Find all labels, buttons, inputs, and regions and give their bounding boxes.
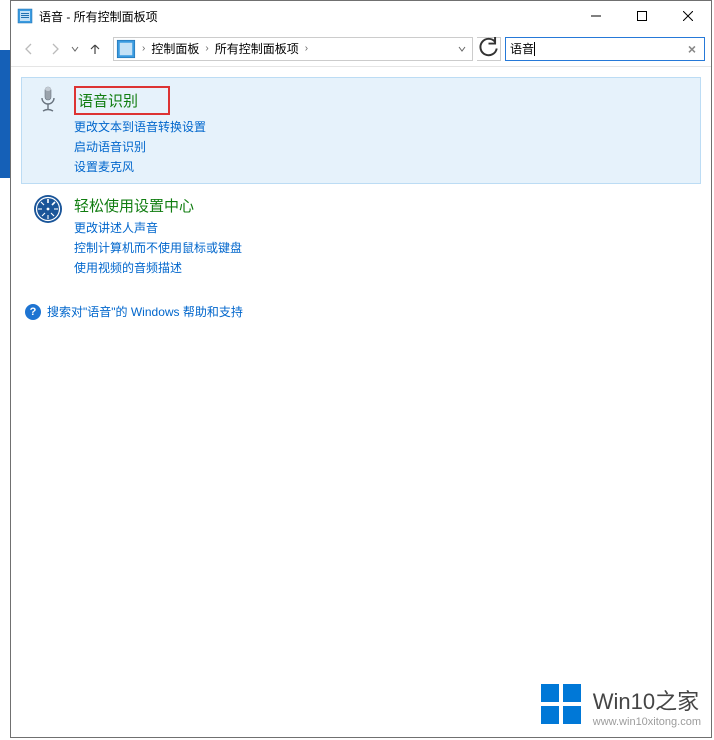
windows-logo-icon	[539, 682, 583, 729]
control-panel-icon	[17, 8, 33, 24]
watermark-url: www.win10xitong.com	[593, 716, 701, 728]
result-title[interactable]: 轻松使用设置中心	[74, 195, 692, 216]
navigation-bar: › 控制面板 › 所有控制面板项 › 语音 ×	[11, 31, 711, 67]
clear-search-button[interactable]: ×	[684, 41, 700, 57]
up-button[interactable]	[83, 37, 107, 61]
minimize-button[interactable]	[573, 1, 619, 31]
result-link[interactable]: 启动语音识别	[74, 137, 692, 157]
result-link[interactable]: 控制计算机而不使用鼠标或键盘	[74, 238, 692, 258]
result-link[interactable]: 更改文本到语音转换设置	[74, 117, 692, 137]
address-bar[interactable]: › 控制面板 › 所有控制面板项 ›	[113, 37, 473, 61]
window-title: 语音 - 所有控制面板项	[39, 8, 573, 25]
chevron-right-icon[interactable]: ›	[138, 43, 149, 54]
back-button[interactable]	[17, 37, 41, 61]
refresh-button[interactable]	[477, 37, 501, 61]
chevron-right-icon[interactable]: ›	[301, 43, 312, 54]
microphone-icon	[30, 84, 66, 120]
recent-locations-button[interactable]	[69, 37, 81, 61]
forward-button[interactable]	[43, 37, 67, 61]
content-area: 语音识别 更改文本到语音转换设置 启动语音识别 设置麦克风	[11, 67, 711, 330]
breadcrumb-item-1[interactable]: 所有控制面板项	[213, 40, 301, 57]
result-speech-recognition[interactable]: 语音识别 更改文本到语音转换设置 启动语音识别 设置麦克风	[21, 77, 701, 184]
titlebar: 语音 - 所有控制面板项	[11, 1, 711, 31]
control-panel-window: 语音 - 所有控制面板项 › 控制面板 › 所有控制面板项 ›	[10, 0, 712, 738]
result-link[interactable]: 使用视频的音频描述	[74, 258, 692, 278]
breadcrumb-item-0[interactable]: 控制面板	[149, 40, 201, 57]
result-ease-of-access[interactable]: 轻松使用设置中心 更改讲述人声音 控制计算机而不使用鼠标或键盘 使用视频的音频描…	[21, 186, 701, 285]
maximize-button[interactable]	[619, 1, 665, 31]
result-link[interactable]: 设置麦克风	[74, 157, 692, 177]
help-link-row[interactable]: ? 搜索对"语音"的 Windows 帮助和支持	[21, 303, 701, 320]
address-dropdown-button[interactable]	[452, 45, 472, 53]
search-text: 语音	[510, 40, 534, 57]
ease-of-access-icon	[30, 193, 66, 229]
breadcrumb: › 控制面板 › 所有控制面板项 ›	[138, 38, 452, 60]
watermark-title: Win10之家	[593, 684, 701, 716]
search-box[interactable]: 语音 ×	[505, 37, 705, 61]
help-icon: ?	[25, 304, 41, 320]
close-button[interactable]	[665, 1, 711, 31]
watermark: Win10之家 www.win10xitong.com	[539, 682, 701, 729]
location-icon	[116, 39, 136, 59]
chevron-right-icon[interactable]: ›	[201, 43, 212, 54]
help-link-text[interactable]: 搜索对"语音"的 Windows 帮助和支持	[47, 303, 243, 320]
result-title[interactable]: 语音识别	[74, 86, 170, 115]
result-link[interactable]: 更改讲述人声音	[74, 218, 692, 238]
